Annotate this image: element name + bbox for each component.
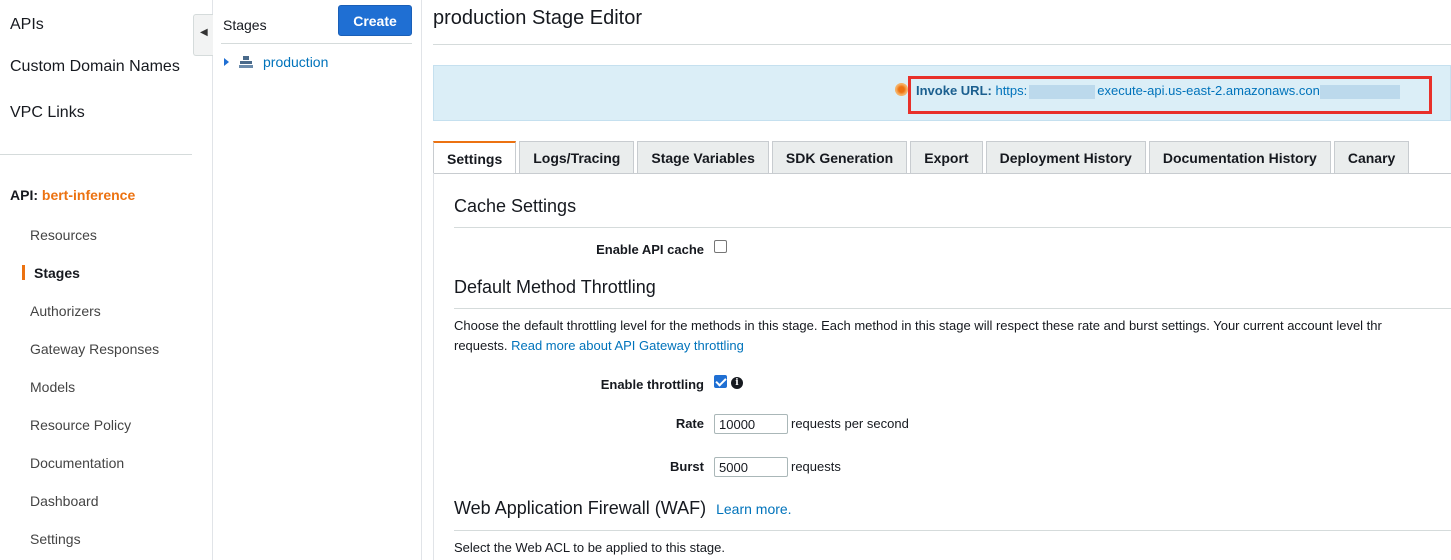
nav-item-resource-policy[interactable]: Resource Policy [30, 417, 131, 433]
active-indicator [22, 265, 25, 280]
invoke-url-box: Invoke URL: https: execute-api.us-east-2.… [433, 65, 1451, 121]
nav-item-gateway-responses[interactable]: Gateway Responses [30, 341, 159, 357]
throttling-title: Default Method Throttling [454, 277, 656, 297]
stages-panel: Stages Create production [214, 0, 422, 560]
throttling-description: Choose the default throttling level for … [454, 318, 1382, 333]
tab-bar: Settings Logs/Tracing Stage Variables SD… [433, 141, 1412, 174]
stage-tree-item[interactable]: production [224, 52, 328, 72]
nav-divider [0, 154, 192, 155]
title-divider [433, 44, 1451, 45]
nav-item-settings[interactable]: Settings [30, 531, 81, 547]
nav-item-apis[interactable]: APIs [10, 16, 44, 34]
api-heading: API: bert-inference [10, 187, 135, 203]
stage-icon [239, 56, 253, 68]
section-divider [454, 530, 1451, 531]
nav-item-dashboard[interactable]: Dashboard [30, 493, 99, 509]
enable-api-cache-checkbox[interactable] [714, 240, 727, 253]
tab-canary[interactable]: Canary [1333, 141, 1410, 174]
throttling-docs-link[interactable]: Read more about API Gateway throttling [511, 338, 744, 353]
nav-item-documentation[interactable]: Documentation [30, 455, 124, 471]
tab-logs-tracing[interactable]: Logs/Tracing [519, 141, 635, 174]
throttling-description-end: requests. [454, 338, 508, 353]
enable-api-cache-label: Enable API cache [596, 242, 704, 257]
tab-settings[interactable]: Settings [433, 141, 517, 174]
burst-label: Burst [670, 459, 704, 474]
chevron-left-icon: ◀ [200, 27, 208, 38]
waf-learn-more-link[interactable]: Learn more. [716, 501, 791, 517]
info-icon[interactable]: i [731, 377, 743, 389]
burst-input[interactable] [714, 457, 788, 477]
nav-item-authorizers[interactable]: Authorizers [30, 303, 101, 319]
nav-item-stages[interactable]: Stages [34, 265, 80, 281]
enable-throttling-label: Enable throttling [600, 377, 704, 392]
rate-label: Rate [675, 416, 704, 431]
tabs-divider [433, 173, 1451, 174]
throttling-description-continued: requests. Read more about API Gateway th… [454, 336, 1451, 356]
highlight-annotation [908, 76, 1432, 114]
api-prefix: API: [10, 187, 38, 203]
enable-throttling-checkbox[interactable] [714, 375, 727, 388]
caret-right-icon[interactable] [224, 58, 229, 66]
nav-item-vpc-links[interactable]: VPC Links [10, 104, 85, 122]
stages-title: Stages [223, 17, 267, 33]
stages-divider [221, 43, 412, 44]
burst-unit: requests [791, 459, 841, 474]
waf-title: Web Application Firewall (WAF) Learn mor… [454, 498, 792, 519]
section-divider [454, 227, 1451, 228]
cache-settings-title: Cache Settings [454, 196, 577, 216]
page-title: production Stage Editor [433, 7, 643, 29]
waf-description: Select the Web ACL to be applied to this… [454, 540, 726, 555]
stage-editor: production Stage Editor Invoke URL: http… [423, 0, 1451, 560]
create-stage-button[interactable]: Create [338, 5, 412, 36]
left-navigation: APIs Custom Domain Names VPC Links API: … [0, 0, 213, 560]
section-divider [454, 308, 1451, 309]
api-name[interactable]: bert-inference [42, 187, 135, 203]
rate-input[interactable] [714, 414, 788, 434]
tab-deployment-history[interactable]: Deployment History [985, 141, 1146, 174]
tab-sdk-generation[interactable]: SDK Generation [771, 141, 908, 174]
tab-stage-variables[interactable]: Stage Variables [637, 141, 769, 174]
tab-documentation-history[interactable]: Documentation History [1148, 141, 1331, 174]
content-border [433, 173, 434, 560]
rate-unit: requests per second [791, 416, 909, 431]
tab-export[interactable]: Export [910, 141, 983, 174]
waf-title-text: Web Application Firewall (WAF) [454, 498, 707, 518]
nav-item-resources[interactable]: Resources [30, 227, 97, 243]
nav-item-custom-domain-names[interactable]: Custom Domain Names [10, 58, 180, 76]
collapse-nav-button[interactable]: ◀ [193, 14, 213, 56]
nav-item-models[interactable]: Models [30, 379, 75, 395]
status-dot-icon [895, 83, 908, 96]
stage-label-production[interactable]: production [263, 54, 328, 70]
